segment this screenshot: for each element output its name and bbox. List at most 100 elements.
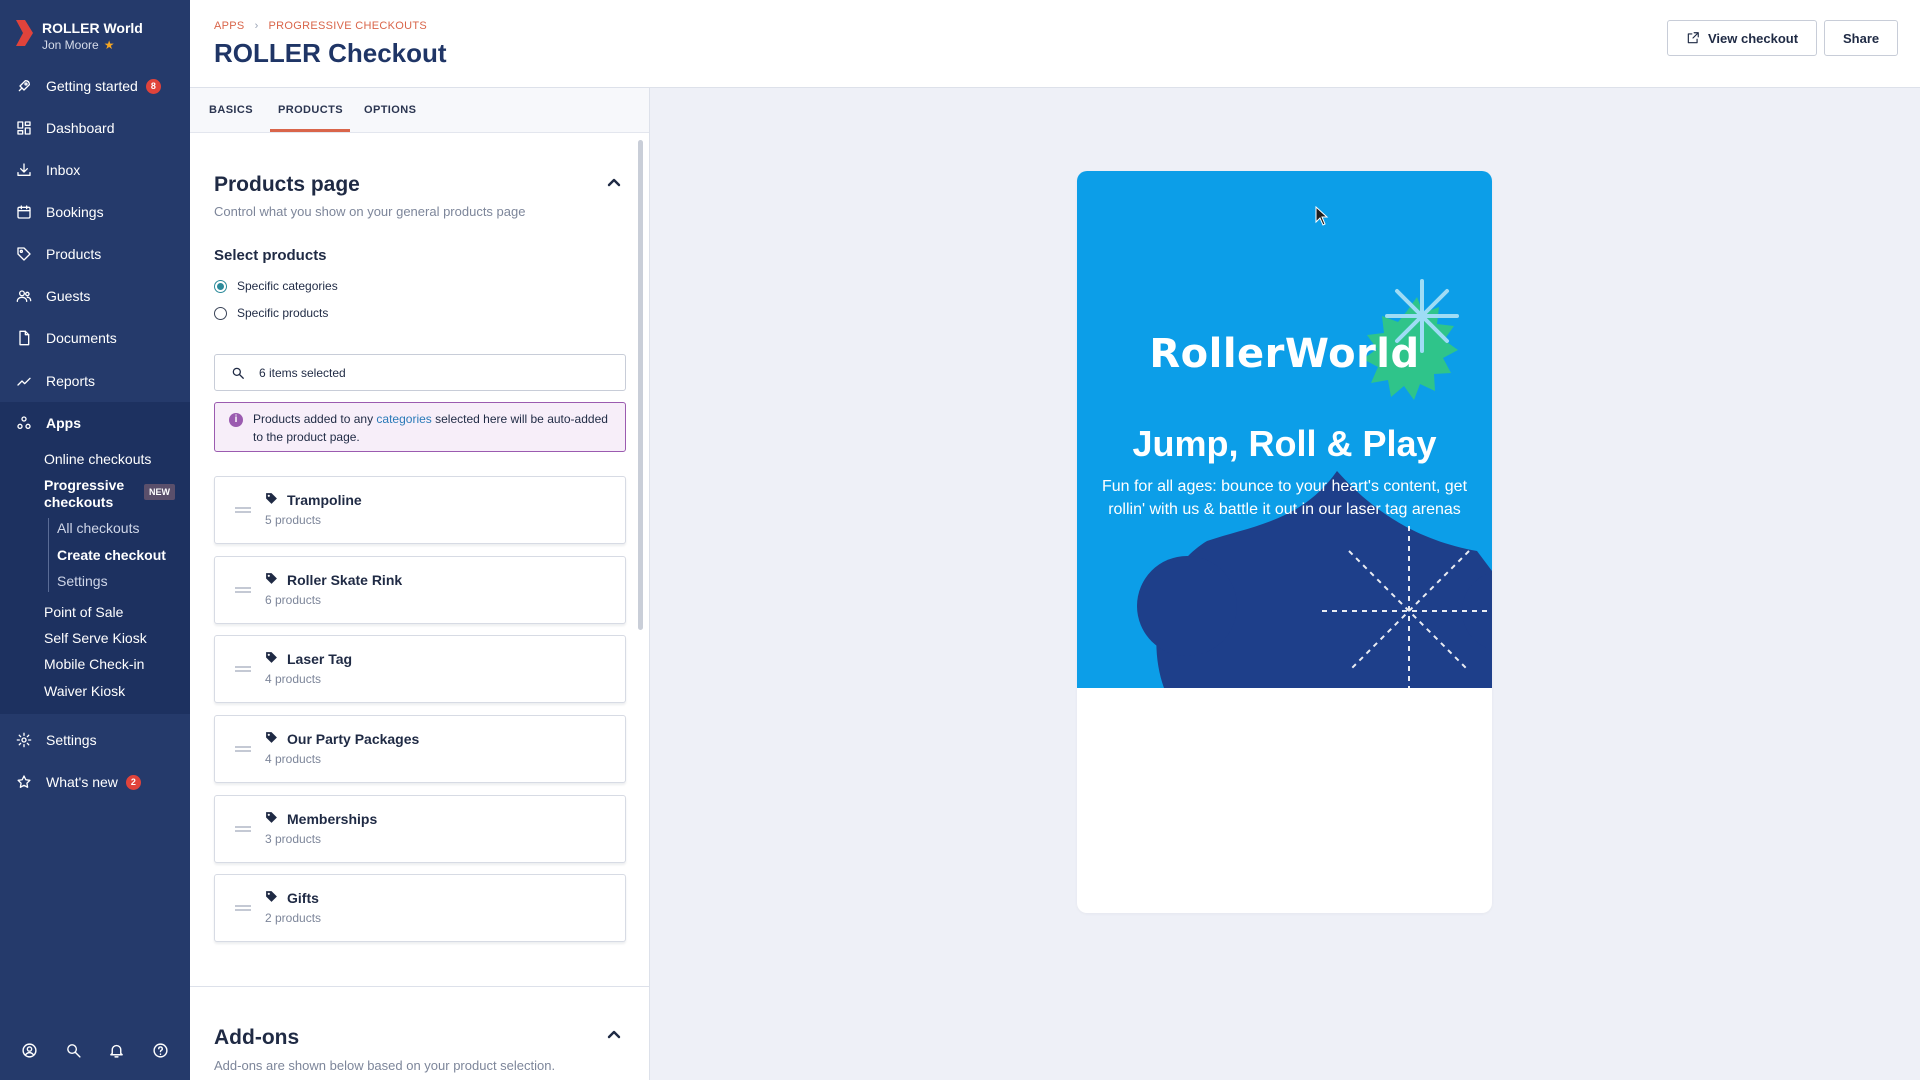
- sidebar-item-label: Settings: [46, 732, 97, 748]
- sidebar-item-guests[interactable]: Guests: [0, 277, 190, 315]
- sidebar-item-mobile-check-in[interactable]: Mobile Check-in: [44, 656, 144, 672]
- breadcrumb-apps[interactable]: APPS: [214, 20, 245, 32]
- dashboard-icon: [16, 120, 32, 136]
- category-card[interactable]: Our Party Packages 4 products: [214, 715, 626, 783]
- sidebar-item-self-serve-kiosk[interactable]: Self Serve Kiosk: [44, 630, 147, 646]
- sidebar-item-label: Reports: [46, 373, 96, 389]
- radio-unselected: [214, 306, 227, 320]
- sidebar-item-settings[interactable]: Settings: [0, 721, 190, 759]
- sidebar-item-getting-started[interactable]: Getting started 8: [0, 67, 190, 105]
- category-count: 6 products: [265, 593, 322, 607]
- tag-icon: [265, 492, 278, 505]
- info-icon: i: [229, 413, 243, 427]
- star-outline-icon: [16, 774, 32, 790]
- radio-selected: [214, 279, 227, 293]
- apps-icon: [16, 415, 32, 431]
- category-card[interactable]: Gifts 2 products: [214, 874, 626, 942]
- category-name: Our Party Packages: [287, 731, 420, 747]
- drag-handle-icon[interactable]: [235, 746, 251, 752]
- tab-basics[interactable]: BASICS: [209, 104, 253, 116]
- sidebar-item-label: Guests: [46, 288, 91, 304]
- category-name: Memberships: [287, 811, 378, 827]
- drag-handle-icon[interactable]: [235, 905, 251, 911]
- drag-handle-icon[interactable]: [235, 507, 251, 513]
- products-page-title: Products page: [214, 173, 360, 196]
- category-card[interactable]: Roller Skate Rink 6 products: [214, 556, 626, 624]
- categories-link[interactable]: categories: [376, 412, 431, 426]
- breadcrumb-progressive-checkouts[interactable]: PROGRESSIVE CHECKOUTS: [269, 20, 428, 32]
- help-icon[interactable]: [152, 1042, 169, 1064]
- share-label: Share: [1843, 30, 1880, 46]
- info-text-before: Products added to any: [253, 412, 377, 426]
- sidebar-item-label: What's new: [46, 774, 118, 790]
- scrollbar[interactable]: [638, 140, 643, 630]
- inbox-icon: [16, 162, 32, 178]
- category-card[interactable]: Laser Tag 4 products: [214, 635, 626, 703]
- view-checkout-button[interactable]: View checkout: [1667, 20, 1818, 56]
- tag-icon: [265, 572, 278, 585]
- category-card[interactable]: Memberships 3 products: [214, 795, 626, 863]
- gear-icon: [16, 732, 32, 748]
- hero-subtitle: Fun for all ages: bounce to your heart's…: [1101, 478, 1468, 518]
- new-badge: NEW: [144, 484, 175, 500]
- sidebar-item-label: Products: [46, 246, 102, 262]
- account-icon[interactable]: [21, 1042, 38, 1064]
- tag-icon: [16, 246, 32, 262]
- addons-subtitle: Add-ons are shown below based on your pr…: [214, 1058, 556, 1073]
- hero-title: Jump, Roll & Play: [1132, 423, 1437, 464]
- search-icon[interactable]: [65, 1042, 82, 1064]
- sidebar-item-settings-sub[interactable]: Settings: [57, 573, 108, 589]
- tab-bar: BASICS PRODUCTS OPTIONS: [190, 88, 649, 133]
- sidebar: ROLLER World Jon Moore ★ Getting started…: [0, 0, 190, 1080]
- user-name-text: Jon Moore: [42, 38, 99, 52]
- sidebar-item-documents[interactable]: Documents: [0, 319, 190, 357]
- bell-icon[interactable]: [108, 1042, 125, 1064]
- sidebar-item-products[interactable]: Products: [0, 235, 190, 273]
- category-name: Laser Tag: [287, 651, 353, 667]
- info-notice: i Products added to any categories selec…: [214, 402, 626, 452]
- sidebar-item-inbox[interactable]: Inbox: [0, 151, 190, 189]
- radio-label: Specific categories: [237, 279, 338, 293]
- category-name: Roller Skate Rink: [287, 572, 403, 588]
- sidebar-item-waiver-kiosk[interactable]: Waiver Kiosk: [44, 683, 125, 699]
- hero-banner: RollerWorld Jump, Roll & Play Fun for al…: [1077, 171, 1492, 688]
- sidebar-item-dashboard[interactable]: Dashboard: [0, 109, 190, 147]
- brand[interactable]: ROLLER World Jon Moore ★: [14, 18, 143, 52]
- guests-icon: [16, 288, 32, 304]
- sidebar-item-progressive-checkouts[interactable]: Progressive checkouts: [44, 477, 144, 511]
- category-card[interactable]: Trampoline 5 products: [214, 476, 626, 544]
- tag-icon: [265, 651, 278, 664]
- sidebar-item-label: Dashboard: [46, 120, 115, 136]
- sidebar-item-create-checkout[interactable]: Create checkout: [57, 547, 166, 563]
- radio-specific-categories[interactable]: Specific categories: [214, 279, 338, 293]
- sidebar-item-whats-new[interactable]: What's new 2: [0, 763, 190, 801]
- page-title: ROLLER Checkout: [214, 38, 447, 68]
- category-count: 4 products: [265, 752, 322, 766]
- chevron-up-icon[interactable]: [606, 175, 622, 191]
- sidebar-item-label: Inbox: [46, 162, 81, 178]
- sidebar-item-apps[interactable]: Apps: [0, 404, 190, 442]
- products-page-subtitle: Control what you show on your general pr…: [214, 204, 526, 219]
- chevron-right-icon: ›: [254, 20, 259, 32]
- rollerworld-logo: RollerWorld: [1149, 331, 1420, 377]
- drag-handle-icon[interactable]: [235, 826, 251, 832]
- sidebar-item-point-of-sale[interactable]: Point of Sale: [44, 604, 123, 620]
- share-button[interactable]: Share: [1824, 20, 1899, 56]
- sidebar-item-all-checkouts[interactable]: All checkouts: [57, 520, 139, 536]
- sidebar-item-reports[interactable]: Reports: [0, 362, 190, 400]
- sidebar-item-bookings[interactable]: Bookings: [0, 193, 190, 231]
- tab-products[interactable]: PRODUCTS: [278, 104, 343, 116]
- sidebar-item-label: Documents: [46, 330, 117, 346]
- drag-handle-icon[interactable]: [235, 587, 251, 593]
- notification-badge: 8: [145, 78, 161, 94]
- sidebar-item-online-checkouts[interactable]: Online checkouts: [44, 451, 151, 467]
- category-name: Gifts: [287, 890, 319, 906]
- radio-specific-products[interactable]: Specific products: [214, 306, 328, 320]
- notification-badge: 2: [125, 774, 141, 790]
- tag-icon: [265, 731, 278, 744]
- tag-icon: [265, 811, 278, 824]
- tab-options[interactable]: OPTIONS: [364, 104, 416, 116]
- chevron-up-icon[interactable]: [606, 1027, 622, 1043]
- drag-handle-icon[interactable]: [235, 666, 251, 672]
- category-search-input[interactable]: 6 items selected: [214, 354, 626, 391]
